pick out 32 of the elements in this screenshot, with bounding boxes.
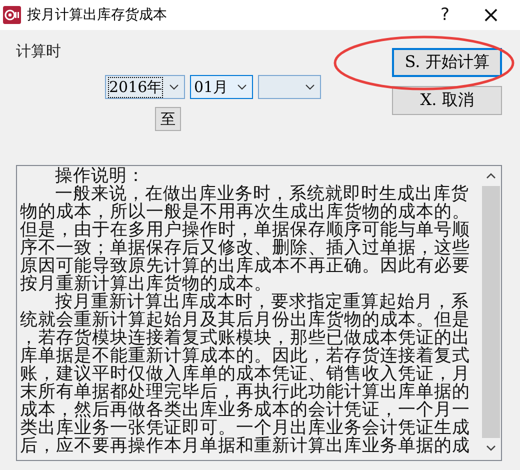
app-icon: [3, 6, 21, 24]
close-button[interactable]: ×: [468, 0, 514, 30]
instruction-line: 统就会重新计算起始月及其后月份出库货物的成本。但是: [20, 311, 471, 329]
dialog-button[interactable]: S. 开始计算: [392, 48, 502, 77]
chevron-down-icon: [169, 84, 179, 90]
instruction-line: ，若存货模块连接着复式账模块，那些已做成本凭证的出: [20, 329, 471, 347]
instruction-line: 按月重新计算出库成本时，要求指定重算起始月，系: [55, 293, 470, 311]
instruction-line: 末所有单据都处理完毕后，再执行此功能计算出库单据的: [20, 383, 471, 401]
window-title: 按月计算出库存货成本: [27, 6, 167, 24]
instruction-line: 账，建议平时仅做入库单的成本凭证、销售收入凭证，月: [20, 365, 471, 383]
chevron-down-icon: [305, 84, 315, 90]
instruction-line: 后，应不要再操作本月单据和重新计算出库业务单据的成: [20, 437, 471, 455]
dropdown[interactable]: 01月: [190, 75, 253, 99]
period-label: 计算时: [16, 42, 62, 61]
instruction-line: 序不一致；单据保存后又修改、删除、插入过单据，这些: [20, 239, 471, 257]
chevron-down-icon: [237, 84, 247, 90]
dialog-button[interactable]: X. 取消: [392, 86, 502, 115]
instruction-line: 类出库业务一张凭证即可。一个月出库业务会计凭证生成: [20, 419, 471, 437]
instruction-line: 原因可能导致原先计算的出库成本不再正确。因此有必要: [20, 257, 471, 275]
to-button[interactable]: 至: [155, 107, 181, 131]
instruction-line: 但是，由于在多用户操作时，单据保存顺序可能与单号顺: [20, 221, 471, 239]
instruction-line: 物的成本，所以一般是不用再次生成出库货物的成本的。: [20, 203, 471, 221]
instruction-line: 操作说明：: [54, 167, 145, 185]
instruction-line: 按月重新计算出库货物的成本。: [20, 275, 272, 293]
scrollbar-thumb[interactable]: [482, 186, 500, 438]
scroll-up-icon[interactable]: [486, 173, 496, 179]
dropdown[interactable]: 2016年: [105, 75, 185, 99]
instruction-line: 库单据是不能重新计算成本的。因此，若存货连接着复式: [20, 347, 471, 365]
instruction-line: 一般来说，在做出库业务时，系统就即时生成出库货: [54, 185, 470, 203]
instruction-line: 成本，然后再做各类出库业务成本的会计凭证，一个月一: [20, 401, 471, 419]
scroll-down-icon[interactable]: [486, 445, 496, 451]
help-button[interactable]: ?: [422, 0, 468, 30]
